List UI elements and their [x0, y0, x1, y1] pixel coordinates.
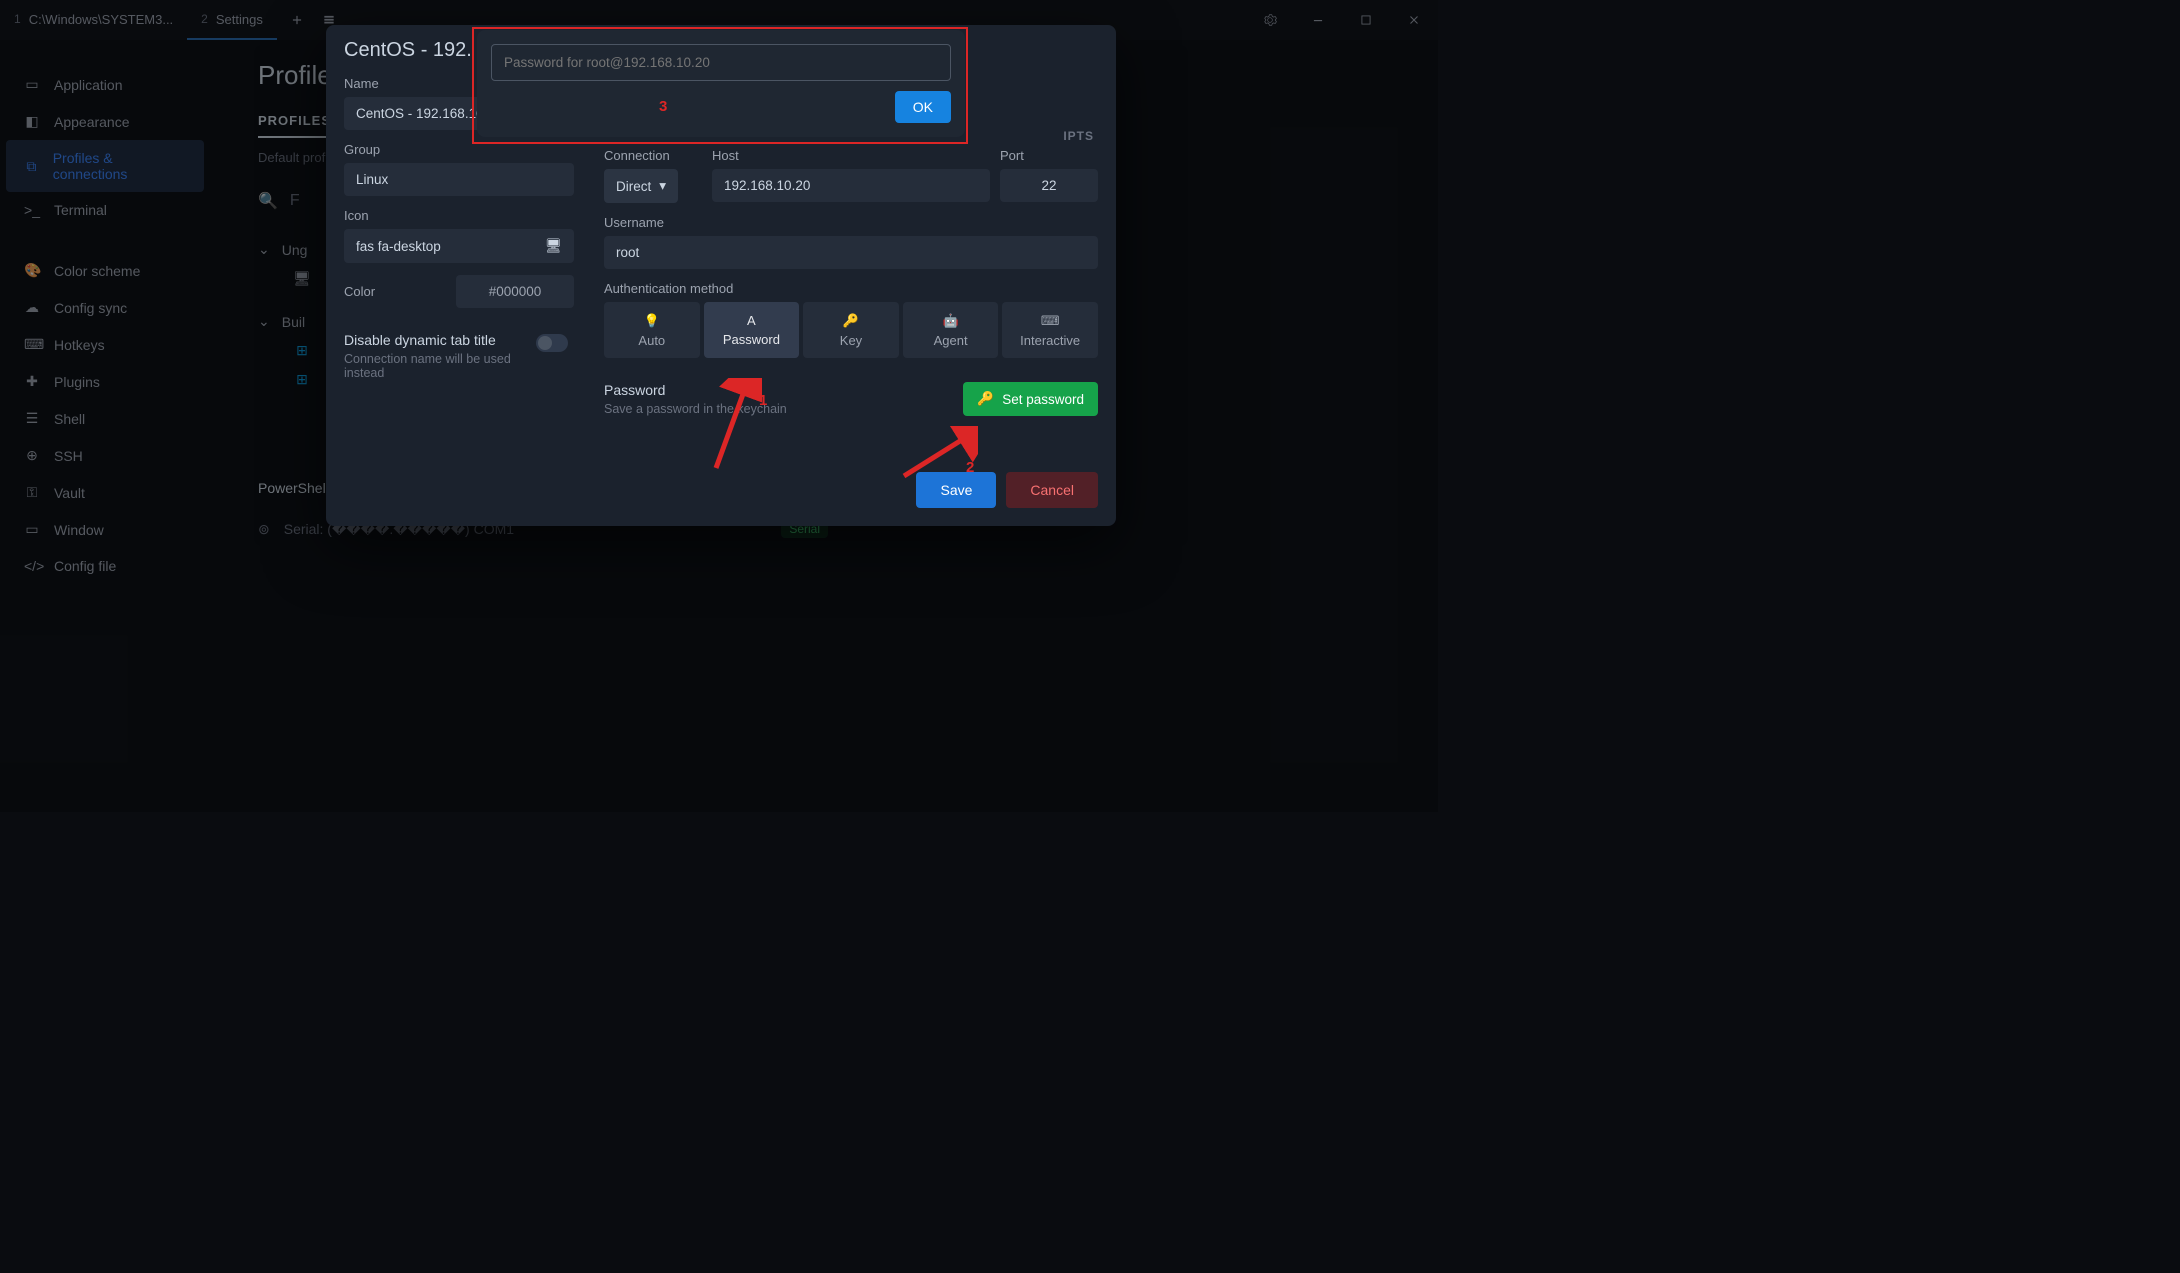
- auth-label: Authentication method: [604, 281, 1098, 296]
- connection-label: Connection: [604, 148, 702, 163]
- color-label: Color: [344, 284, 456, 299]
- port-input[interactable]: 22: [1000, 169, 1098, 202]
- password-label: Password: [604, 382, 787, 398]
- keyboard-icon: ⌨: [1041, 313, 1060, 329]
- username-input[interactable]: root: [604, 236, 1098, 269]
- color-input[interactable]: #000000: [456, 275, 574, 308]
- set-password-button[interactable]: 🔑 Set password: [963, 382, 1098, 416]
- save-button[interactable]: Save: [916, 472, 996, 508]
- toggle-label: Disable dynamic tab title: [344, 332, 524, 348]
- key-icon: 🔑: [977, 391, 994, 407]
- icon-label: Icon: [344, 208, 574, 223]
- auth-opt-label: Key: [840, 333, 862, 348]
- group-input[interactable]: Linux: [344, 163, 574, 196]
- agent-icon: 🤖: [942, 313, 958, 329]
- auth-auto[interactable]: 💡 Auto: [604, 302, 700, 358]
- lightbulb-icon: 💡: [644, 313, 660, 329]
- desktop-icon: 🖥: [545, 238, 562, 254]
- auth-password[interactable]: A Password: [704, 302, 800, 358]
- auth-key[interactable]: 🔑 Key: [803, 302, 899, 358]
- key-icon: 🔑: [843, 313, 859, 329]
- button-label: Set password: [1002, 392, 1084, 407]
- font-icon: A: [747, 313, 756, 328]
- host-input[interactable]: 192.168.10.20: [712, 169, 990, 202]
- auth-agent[interactable]: 🤖 Agent: [903, 302, 999, 358]
- connection-select[interactable]: Direct ▾: [604, 169, 678, 203]
- icon-input[interactable]: fas fa-desktop 🖥: [344, 229, 574, 263]
- auth-opt-label: Agent: [934, 333, 968, 348]
- port-label: Port: [1000, 148, 1098, 163]
- icon-value: fas fa-desktop: [356, 239, 441, 254]
- subtab-cutoff: IPTS: [1063, 129, 1094, 143]
- cancel-button[interactable]: Cancel: [1006, 472, 1098, 508]
- chevron-down-icon: ▾: [659, 178, 666, 194]
- toggle-description: Connection name will be used instead: [344, 352, 524, 380]
- password-input[interactable]: [491, 44, 951, 81]
- auth-opt-label: Password: [723, 332, 780, 347]
- password-description: Save a password in the keychain: [604, 402, 787, 416]
- auth-interactive[interactable]: ⌨ Interactive: [1002, 302, 1098, 358]
- connection-value: Direct: [616, 179, 651, 194]
- password-prompt-popup: OK: [477, 30, 965, 137]
- app-window: 1 C:\Windows\SYSTEM3... 2 Settings ▭Appl…: [0, 0, 1438, 812]
- group-label: Group: [344, 142, 574, 157]
- host-label: Host: [712, 148, 990, 163]
- auth-opt-label: Auto: [638, 333, 665, 348]
- disable-tab-title-toggle[interactable]: [536, 334, 568, 352]
- ok-button[interactable]: OK: [895, 91, 951, 123]
- auth-opt-label: Interactive: [1020, 333, 1080, 348]
- username-label: Username: [604, 215, 1098, 230]
- auth-method-group: 💡 Auto A Password 🔑 Key 🤖 Agent ⌨ Interactive: [604, 302, 1098, 358]
